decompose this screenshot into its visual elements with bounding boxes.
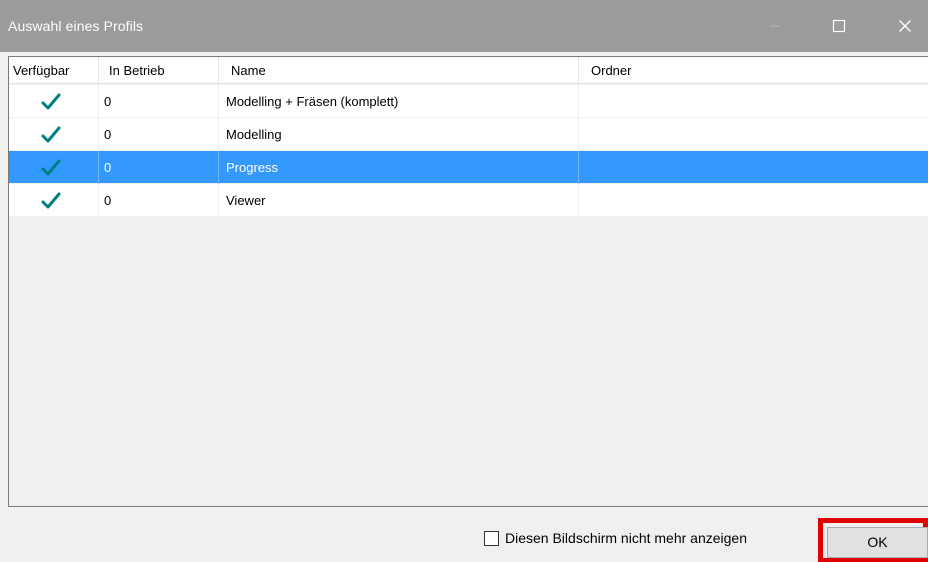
cell-ordner [579,85,928,118]
title-bar: Auswahl eines Profils [0,0,928,52]
minimize-icon [770,25,780,27]
checkmark-icon [41,159,61,176]
checkmark-icon [41,93,61,110]
cell-in-betrieb: 0 [99,85,219,118]
cell-name: Modelling [219,118,579,151]
maximize-button[interactable] [816,0,862,52]
column-header-verfuegbar[interactable]: Verfügbar [9,57,99,84]
table-row[interactable]: 0 Viewer [9,184,928,217]
column-header-in-betrieb[interactable]: In Betrieb [99,57,219,84]
column-header-row: Verfügbar In Betrieb Name Ordner [9,57,928,84]
close-button[interactable] [882,0,928,52]
profile-list[interactable]: Verfügbar In Betrieb Name Ordner 0 Modell… [8,56,928,507]
cell-name: Progress [219,151,579,184]
column-header-ordner[interactable]: Ordner [579,57,928,84]
cell-verfuegbar [9,151,99,184]
cell-in-betrieb: 0 [99,184,219,217]
maximize-icon [832,19,846,33]
cell-ordner [579,184,928,217]
cell-in-betrieb: 0 [99,151,219,184]
dont-show-again-checkbox[interactable]: Diesen Bildschirm nicht mehr anzeigen [484,530,747,546]
cell-verfuegbar [9,118,99,151]
table-row[interactable]: 0 Modelling + Fräsen (komplett) [9,85,928,118]
cell-ordner [579,151,928,184]
cell-verfuegbar [9,85,99,118]
close-icon [899,20,911,32]
cell-in-betrieb: 0 [99,118,219,151]
cell-verfuegbar [9,184,99,217]
window-title: Auswahl eines Profils [8,18,144,34]
checkbox-box[interactable] [484,530,499,546]
cell-name: Modelling + Fräsen (komplett) [219,85,579,118]
checkmark-icon [41,192,61,209]
column-header-name[interactable]: Name [219,57,579,84]
checkmark-icon [41,126,61,143]
table-row[interactable]: 0 Modelling [9,118,928,151]
table-row[interactable]: 0 Progress [9,151,928,184]
cell-name: Viewer [219,184,579,217]
checkbox-label[interactable]: Diesen Bildschirm nicht mehr anzeigen [505,530,747,546]
minimize-button[interactable] [752,0,798,52]
ok-button[interactable]: OK [827,527,928,558]
cell-ordner [579,118,928,151]
footer-bar: Diesen Bildschirm nicht mehr anzeigen OK [0,508,928,562]
